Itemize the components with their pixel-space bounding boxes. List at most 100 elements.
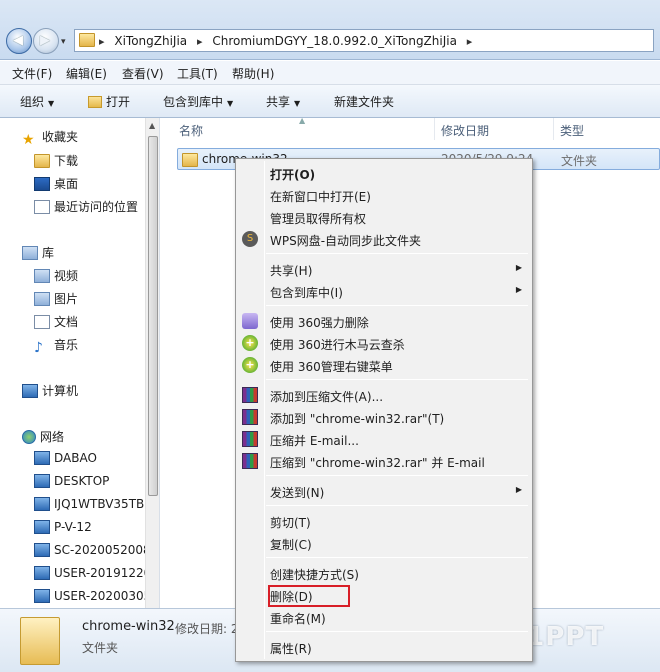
menu-separator	[266, 557, 528, 558]
menu-item-add-archive[interactable]: 添加到压缩文件(A)...	[238, 384, 530, 406]
menu-item-360-manage[interactable]: + 使用 360管理右键菜单	[238, 354, 530, 376]
nav-documents[interactable]: 文档	[34, 313, 78, 330]
menu-item-label: 使用 360管理右键菜单	[270, 360, 393, 374]
network-computer-icon	[34, 451, 50, 465]
breadcrumb-separator[interactable]: ▸	[99, 35, 105, 48]
nav-favorites[interactable]: ★ 收藏夹	[22, 128, 78, 148]
column-name-header[interactable]: 名称	[179, 122, 203, 139]
menu-item-compress-rar-email[interactable]: 压缩到 "chrome-win32.rar" 并 E-mail	[238, 450, 530, 472]
network-computer-icon	[34, 589, 50, 603]
nav-downloads[interactable]: 下载	[34, 152, 78, 169]
menu-item-send-to[interactable]: 发送到(N) ▶	[238, 480, 530, 502]
organize-label: 组织	[20, 95, 45, 109]
picture-library-icon	[34, 292, 50, 306]
menu-item-copy[interactable]: 复制(C)	[238, 532, 530, 554]
breadcrumb-chromium-folder[interactable]: ChromiumDGYY_18.0.992.0_XiTongZhiJia	[212, 34, 457, 48]
menu-item-label: WPS网盘-自动同步此文件夹	[270, 234, 422, 248]
menu-item-label: 重命名(M)	[270, 612, 326, 626]
nav-videos[interactable]: 视频	[34, 267, 78, 284]
menu-item-label: 在新窗口中打开(E)	[270, 190, 371, 204]
recent-pages-dropdown[interactable]: ▾	[61, 37, 66, 47]
breadcrumb: ▸ XiTongZhiJia ▸ ChromiumDGYY_18.0.992.0…	[99, 34, 478, 48]
nav-host-dabao[interactable]: DABAO	[34, 451, 97, 465]
breadcrumb-xitongzhijia[interactable]: XiTongZhiJia	[114, 34, 187, 48]
delete-highlight-box	[268, 585, 350, 607]
nav-recent[interactable]: 最近访问的位置	[34, 198, 138, 215]
nav-music-label: 音乐	[54, 338, 79, 352]
menu-item-create-shortcut[interactable]: 创建快捷方式(S)	[238, 562, 530, 584]
forward-button[interactable]: ▶	[33, 28, 59, 54]
back-button[interactable]: ◀	[6, 28, 32, 54]
menu-item-open[interactable]: 打开(O)	[238, 162, 530, 184]
menu-item-wps-sync[interactable]: S WPS网盘-自动同步此文件夹	[238, 228, 530, 250]
nav-computer[interactable]: 计算机	[22, 382, 78, 399]
open-folder-icon	[88, 96, 102, 108]
column-divider[interactable]	[434, 118, 435, 140]
nav-host-label: DESKTOP	[54, 474, 110, 488]
nav-videos-label: 视频	[54, 269, 79, 283]
menu-help[interactable]: 帮助(H)	[232, 65, 274, 82]
menu-item-share[interactable]: 共享(H) ▶	[238, 258, 530, 280]
menu-separator	[266, 379, 528, 380]
share-button[interactable]: 共享 ▼	[266, 93, 300, 110]
menu-item-open-new-window[interactable]: 在新窗口中打开(E)	[238, 184, 530, 206]
nav-music[interactable]: ♪ 音乐	[34, 336, 79, 356]
menu-item-properties[interactable]: 属性(R)	[238, 636, 530, 658]
column-modified-header[interactable]: 修改日期	[441, 122, 489, 139]
nav-host-user2020[interactable]: USER-20200305	[34, 589, 151, 603]
menu-item-label: 发送到(N)	[270, 486, 325, 500]
security-360-icon: +	[242, 357, 258, 373]
desktop-icon	[34, 177, 50, 191]
column-divider[interactable]	[553, 118, 554, 140]
navigation-scrollbar[interactable]: ▲	[145, 118, 159, 608]
chevron-down-icon: ▼	[294, 99, 301, 108]
open-button[interactable]: 打开	[88, 93, 130, 110]
menu-item-label: 包含到库中(I)	[270, 286, 343, 300]
network-icon	[22, 430, 36, 444]
nav-desktop-label: 桌面	[54, 177, 79, 191]
menu-edit[interactable]: 编辑(E)	[66, 65, 107, 82]
nav-host-ijq1[interactable]: IJQ1WTBV35TB	[34, 497, 144, 511]
address-box[interactable]: ▸ XiTongZhiJia ▸ ChromiumDGYY_18.0.992.0…	[74, 29, 654, 52]
organize-button[interactable]: 组织 ▼	[20, 93, 54, 110]
new-folder-button[interactable]: 新建文件夹	[334, 93, 394, 110]
nav-network[interactable]: 网络	[22, 428, 64, 445]
column-type-header[interactable]: 类型	[560, 122, 584, 139]
nav-pictures[interactable]: 图片	[34, 290, 78, 307]
submenu-arrow-icon: ▶	[515, 263, 522, 272]
scroll-up-icon[interactable]: ▲	[149, 121, 155, 130]
menu-view[interactable]: 查看(V)	[122, 65, 164, 82]
nav-host-user2019[interactable]: USER-20191220	[34, 566, 151, 580]
menu-separator	[266, 253, 528, 254]
menu-item-take-ownership[interactable]: 管理员取得所有权	[238, 206, 530, 228]
menu-item-360-scan[interactable]: + 使用 360进行木马云查杀	[238, 332, 530, 354]
menu-separator	[266, 631, 528, 632]
menu-item-label: 使用 360进行木马云查杀	[270, 338, 405, 352]
menu-file[interactable]: 文件(F)	[12, 65, 52, 82]
winrar-icon	[242, 431, 258, 447]
menu-item-include-library[interactable]: 包含到库中(I) ▶	[238, 280, 530, 302]
downloads-folder-icon	[34, 154, 50, 168]
menu-item-compress-email[interactable]: 压缩并 E-mail...	[238, 428, 530, 450]
menu-item-cut[interactable]: 剪切(T)	[238, 510, 530, 532]
nav-documents-label: 文档	[54, 315, 79, 329]
include-library-button[interactable]: 包含到库中 ▼	[163, 93, 233, 110]
menu-separator	[266, 475, 528, 476]
nav-libraries-label: 库	[42, 246, 55, 260]
breadcrumb-separator[interactable]: ▸	[197, 35, 203, 48]
nav-libraries[interactable]: 库	[22, 244, 54, 261]
menu-item-rename[interactable]: 重命名(M)	[238, 606, 530, 628]
menu-tools[interactable]: 工具(T)	[177, 65, 218, 82]
nav-host-desktop[interactable]: DESKTOP	[34, 474, 109, 488]
menu-item-add-rar[interactable]: 添加到 "chrome-win32.rar"(T)	[238, 406, 530, 428]
menu-item-label: 使用 360强力删除	[270, 316, 369, 330]
nav-desktop[interactable]: 桌面	[34, 175, 78, 192]
menu-item-360-delete[interactable]: 使用 360强力删除	[238, 310, 530, 332]
breadcrumb-separator[interactable]: ▸	[467, 35, 473, 48]
nav-host-sc2020[interactable]: SC-2020052008	[34, 543, 151, 557]
menu-bar: 文件(F) 编辑(E) 查看(V) 工具(T) 帮助(H)	[0, 61, 660, 85]
nav-host-label: USER-20200305	[54, 589, 152, 603]
scrollbar-thumb[interactable]	[148, 136, 158, 496]
nav-host-pv12[interactable]: P-V-12	[34, 520, 92, 534]
menu-item-label: 创建快捷方式(S)	[270, 568, 359, 582]
